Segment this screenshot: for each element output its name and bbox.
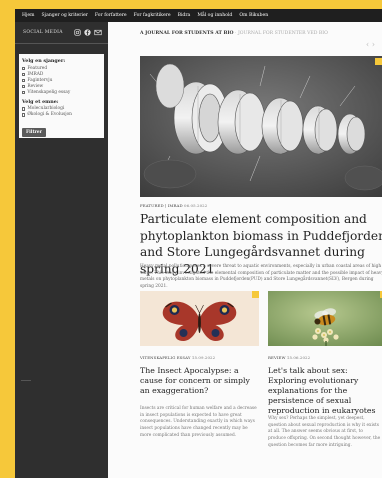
main-content: A JOURNAL FOR STUDENTS AT BIO · JOURNAL … [108,22,382,478]
social-media-header: SOCIAL MEDIA [15,22,108,44]
featured-excerpt: Heavy metal pollution poses a severe thr… [140,264,382,289]
sidebar: SOCIAL MEDIA Velg en sjanger: Featured I… [15,22,108,478]
checkbox[interactable] [22,90,26,95]
email-icon[interactable] [94,29,102,36]
card-corner-tag [252,291,259,298]
nav-item-fagkritikere[interactable]: For fagkritikere [134,13,171,18]
nav-item-om-bikuben[interactable]: Om Bikuben [239,13,268,18]
butterfly-illustration [162,301,237,341]
arrow-prev-icon[interactable]: ‹ [366,40,369,49]
checkbox[interactable] [22,107,26,111]
featured-meta: FEATURED | IMRAD 06.05.2022 [140,203,207,208]
card-title[interactable]: The Insect Apocalypse: a cause for conce… [140,366,260,396]
genre-option-essay[interactable]: Vitenskapelig essay [22,90,101,96]
journal-subtitle: · JOURNAL FOR STUDENTER VED BIO [233,31,328,36]
featured-image[interactable] [140,56,382,197]
card-meta: REVIEW 15.06.2022 [268,355,310,360]
card-image-bee[interactable] [268,291,382,346]
option-label: Vitenskapelig essay [27,89,71,95]
card-image-butterfly[interactable] [140,291,259,346]
bee-photo [268,291,382,346]
featured-corner-tag [375,58,382,65]
card-title[interactable]: Let's talk about sex: Exploring evolutio… [268,366,382,416]
checkbox[interactable] [22,78,26,83]
checkbox[interactable] [22,84,26,89]
card-date: 15.06.2022 [286,355,311,360]
option-label: Økologi & Evolusjon [27,112,72,117]
arrow-next-icon[interactable]: › [372,40,375,49]
journal-header: A JOURNAL FOR STUDENTS AT BIO · JOURNAL … [140,31,328,36]
card-category[interactable]: REVIEW [268,355,286,360]
card-meta: VITENSKAPELIG ESSAY 15.09.2022 [140,355,215,360]
nav-item-bidra[interactable]: Bidra [178,13,191,18]
diatom-micrograph [140,56,382,197]
card-category[interactable]: VITENSKAPELIG ESSAY [140,355,191,360]
social-media-label: SOCIAL MEDIA [23,30,63,35]
nav-item-mal[interactable]: Mål og innhold [197,13,232,18]
genre-filter-title: Velg en sjanger: [22,58,66,64]
top-navigation: Hjem Sjanger og kriterier For forfattere… [15,9,382,22]
course-option-ecology[interactable]: Økologi & Evolusjon [22,112,101,118]
card-excerpt: Insects are critical for human welfare a… [140,406,257,438]
filter-panel: Velg en sjanger: Featured IMRAD Faginter… [19,54,104,138]
social-icons [74,29,102,36]
sidebar-divider [21,380,31,381]
facebook-icon[interactable] [84,29,91,36]
filter-button[interactable]: Filtrer [22,128,46,137]
nav-item-hjem[interactable]: Hjem [22,13,35,18]
card-excerpt: Why sex? Perhaps the simplest, yet deepe… [268,416,381,448]
card-date: 15.09.2022 [191,355,216,360]
featured-date: 06.05.2022 [184,203,208,208]
instagram-icon[interactable] [74,29,81,36]
course-filter-title: Velg et emne: [22,98,59,105]
nav-item-forfattere[interactable]: For forfattere [95,13,127,18]
checkbox[interactable] [22,66,26,71]
carousel-arrows: ‹ › [366,40,375,49]
checkbox[interactable] [22,113,26,117]
journal-title: A JOURNAL FOR STUDENTS AT BIO [140,31,234,36]
checkbox[interactable] [22,72,26,77]
featured-category[interactable]: FEATURED | IMRAD [140,203,183,208]
nav-item-sjanger[interactable]: Sjanger og kriterier [42,13,88,18]
